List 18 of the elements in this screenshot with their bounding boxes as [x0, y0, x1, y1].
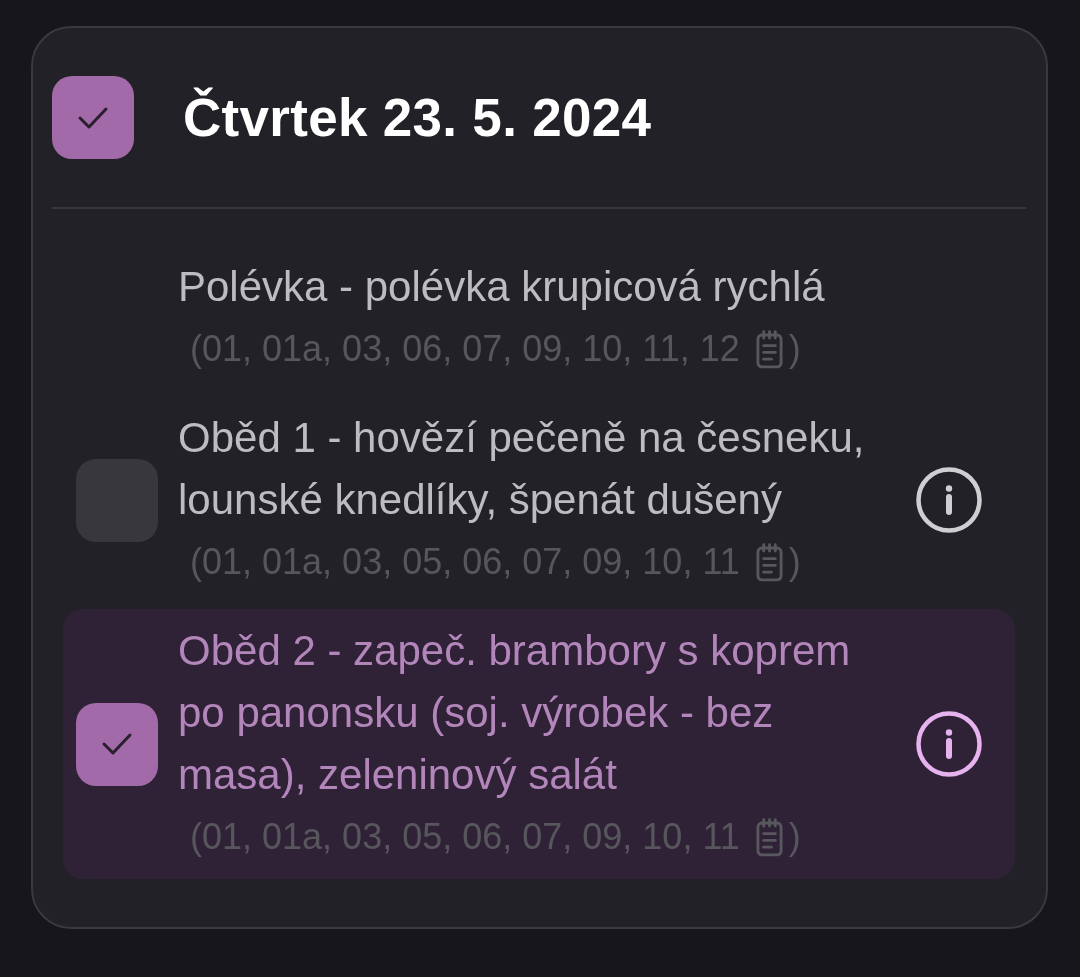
- info-button[interactable]: [916, 711, 982, 777]
- notepad-icon: [755, 817, 783, 857]
- notepad-icon: [755, 329, 783, 369]
- notepad-icon: [755, 542, 783, 582]
- meal-checkbox[interactable]: [76, 702, 158, 786]
- meal-name: Polévka - polévka krupicová rychlá: [178, 262, 826, 312]
- checkmark-icon: [101, 732, 133, 756]
- closing-parenthesis: ): [788, 327, 801, 371]
- day-title: Čtvrtek 23. 5. 2024: [183, 86, 652, 149]
- info-icon: [916, 711, 982, 777]
- closing-parenthesis: ): [788, 815, 801, 859]
- meal-name: Oběd 1 - hovězí pečeně na česneku, lounské knedlíky, špenát dušený: [178, 413, 866, 525]
- checkmark-icon: [77, 105, 109, 130]
- info-icon: [916, 467, 982, 533]
- day-checkbox[interactable]: [52, 76, 134, 159]
- meal-name: Oběd 2 - zapeč. brambory s koprem po panonsku (soj. výrobek - bez masa), zeleninový salát: [178, 626, 852, 800]
- closing-parenthesis: ): [788, 540, 801, 584]
- info-button[interactable]: [916, 467, 982, 533]
